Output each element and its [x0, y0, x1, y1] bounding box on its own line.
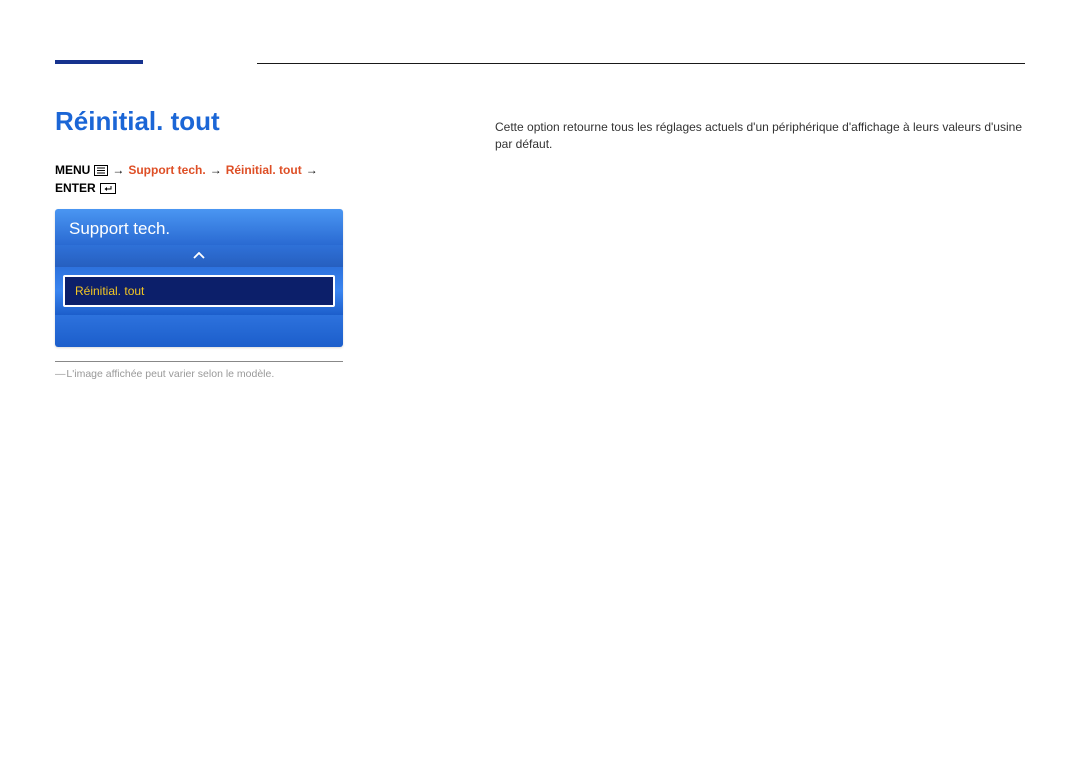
osd-menu-widget: Support tech. Réinitial. tout	[55, 209, 343, 347]
breadcrumb-arrow-3: →	[306, 163, 318, 177]
horizontal-rule	[257, 63, 1025, 64]
breadcrumb-arrow-2: →	[210, 163, 222, 177]
breadcrumb-support-tech: Support tech.	[128, 163, 205, 177]
top-rule-row	[55, 60, 1025, 64]
right-column: Cette option retourne tous les réglages …	[495, 84, 1025, 380]
chevron-up-icon	[192, 252, 206, 260]
left-column: Réinitial. tout MENU → Support tech. → R…	[55, 84, 345, 380]
small-divider	[55, 361, 343, 362]
osd-menu-footer	[55, 315, 343, 347]
osd-menu-header: Support tech.	[55, 209, 343, 245]
description-text: Cette option retourne tous les réglages …	[495, 119, 1025, 154]
footnote: L'image affichée peut varier selon le mo…	[55, 368, 345, 380]
breadcrumb: MENU → Support tech. → Réinitial. tout →…	[55, 163, 345, 195]
breadcrumb-menu-label: MENU	[55, 163, 90, 177]
menu-icon	[94, 165, 108, 176]
osd-menu-item-reinitial-tout[interactable]: Réinitial. tout	[63, 275, 335, 307]
breadcrumb-reinitial-tout: Réinitial. tout	[226, 163, 302, 177]
enter-icon	[100, 183, 116, 194]
osd-menu-body: Réinitial. tout	[55, 267, 343, 315]
content-row: Réinitial. tout MENU → Support tech. → R…	[55, 84, 1025, 380]
breadcrumb-enter-label: ENTER	[55, 181, 96, 195]
document-page: Réinitial. tout MENU → Support tech. → R…	[0, 0, 1080, 380]
osd-menu-up-row[interactable]	[55, 245, 343, 267]
accent-bar	[55, 60, 143, 64]
page-title: Réinitial. tout	[55, 106, 345, 137]
breadcrumb-arrow-1: →	[112, 163, 124, 177]
